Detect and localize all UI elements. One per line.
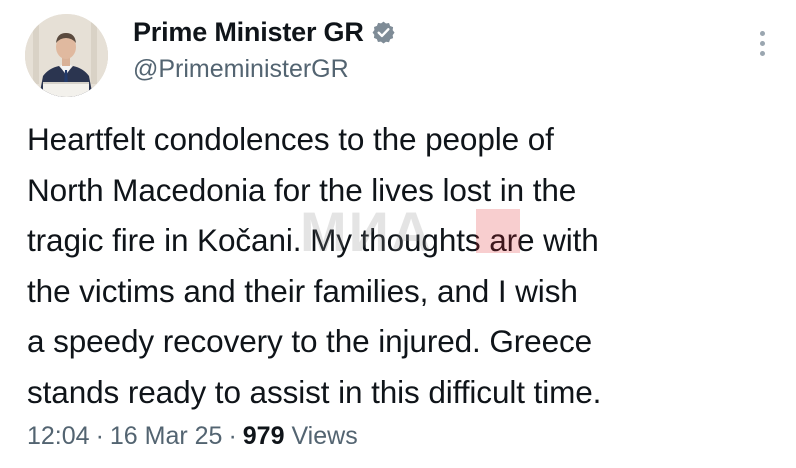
tweet-text-line: a speedy recovery to the injured. Greece (27, 323, 593, 359)
tweet-card: Prime Minister GR @PrimeministerGR Heart… (0, 0, 796, 468)
avatar[interactable] (25, 14, 108, 97)
handle[interactable]: @PrimeministerGR (133, 55, 349, 84)
author-name-row[interactable]: Prime Minister GR (133, 15, 396, 49)
meta-separator: · (95, 422, 104, 450)
tweet-text: Heartfelt condolences to the people of N… (27, 114, 767, 417)
verified-badge-icon (371, 20, 396, 45)
tweet-text-line: tragic fire in Kočani. My thoughts are w… (27, 222, 599, 258)
views-label[interactable]: Views (291, 422, 357, 450)
tweet-text-line: North Macedonia for the lives lost in th… (27, 171, 577, 208)
views-count[interactable]: 979 (243, 422, 285, 450)
tweet-meta: 12:04 · 16 Mar 25 · 979 Views (27, 422, 358, 451)
profile-photo (25, 14, 108, 97)
tweet-date[interactable]: 16 Mar 25 (110, 422, 223, 450)
tweet-time[interactable]: 12:04 (27, 422, 90, 450)
tweet-text-line: stands ready to assist in this difficult… (27, 373, 602, 410)
more-options-icon[interactable] (752, 31, 772, 61)
display-name[interactable]: Prime Minister GR (133, 17, 364, 48)
tweet-text-line: Heartfelt condolences to the people of (27, 121, 554, 157)
tweet-text-line: the victims and their families, and I wi… (27, 272, 578, 309)
meta-separator: · (228, 422, 237, 450)
